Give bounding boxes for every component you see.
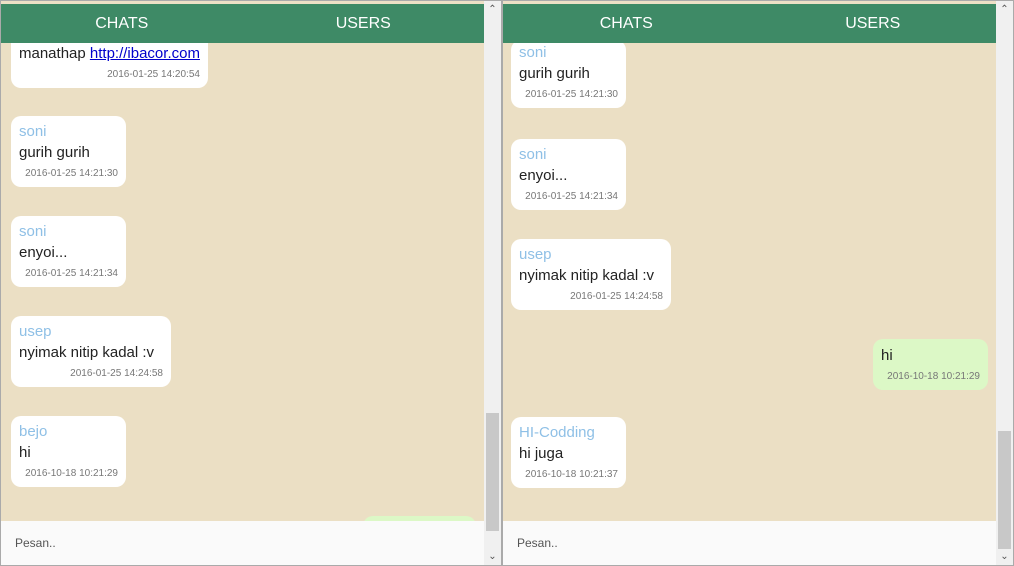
message-bubble: soni gurih gurih 2016-01-25 14:21:30 xyxy=(511,43,626,108)
tab-bar: CHATS USERS xyxy=(503,4,996,43)
scroll-up-icon[interactable]: ⌃ xyxy=(484,4,501,15)
message-list: soni gurih gurih 2016-01-25 14:21:30 son… xyxy=(503,43,996,521)
sender-name: usep xyxy=(19,323,52,340)
message-bubble: soni gurih gurih 2016-01-25 14:21:30 xyxy=(11,116,126,187)
message-text: gurih gurih xyxy=(519,65,590,82)
message-time: 2016-10-18 10:21:37 xyxy=(525,469,618,480)
message-time: 2016-01-25 14:20:54 xyxy=(107,69,200,80)
message-time: 2016-10-18 10:21:29 xyxy=(887,371,980,382)
tab-bar: CHATS USERS xyxy=(1,4,484,43)
message-text: manathap http://ibacor.com xyxy=(19,43,200,65)
scrollbar-thumb[interactable] xyxy=(486,413,499,531)
message-text: nyimak nitip kadal :v xyxy=(519,267,655,284)
message-list: manathap http://ibacor.com 2016-01-25 14… xyxy=(1,43,484,521)
message-time: 2016-10-18 10:21:29 xyxy=(25,468,118,479)
tab-users[interactable]: USERS xyxy=(243,4,485,43)
message-bubble: bejo hi 2016-10-18 10:21:29 xyxy=(11,416,126,487)
scroll-up-icon[interactable]: ⌃ xyxy=(996,4,1013,15)
message-text: enyoi... xyxy=(519,167,568,184)
sender-name: HI-Codding xyxy=(519,424,595,441)
message-bubble: usep nyimak nitip kadal :v 2016-01-25 14… xyxy=(511,239,671,310)
message-text: enyoi... xyxy=(19,244,68,261)
message-bubble: usep nyimak nitip kadal :v 2016-01-25 14… xyxy=(11,316,171,387)
message-bubble: manathap http://ibacor.com 2016-01-25 14… xyxy=(11,43,208,88)
message-time: 2016-01-25 14:24:58 xyxy=(70,368,163,379)
tab-chats[interactable]: CHATS xyxy=(1,4,243,43)
message-input[interactable] xyxy=(503,521,996,565)
tab-chats[interactable]: CHATS xyxy=(503,4,750,43)
scrollbar-thumb[interactable] xyxy=(998,431,1011,549)
sender-name: soni xyxy=(19,123,47,140)
scroll-down-icon[interactable]: ⌄ xyxy=(996,551,1013,562)
message-time: 2016-01-25 14:21:34 xyxy=(525,191,618,202)
message-text-part: manathap xyxy=(19,45,90,62)
message-input[interactable] xyxy=(1,521,484,565)
message-time: 2016-01-25 14:21:30 xyxy=(25,168,118,179)
message-text: gurih gurih xyxy=(19,144,90,161)
sender-name: soni xyxy=(519,146,547,163)
message-time: 2016-01-25 14:21:30 xyxy=(525,89,618,100)
message-time: 2016-01-25 14:24:58 xyxy=(570,291,663,302)
message-text: hi xyxy=(19,444,31,461)
sender-name: soni xyxy=(19,223,47,240)
message-link[interactable]: http://ibacor.com xyxy=(90,45,200,62)
scrollbar[interactable]: ⌃ ⌄ xyxy=(996,1,1013,565)
message-text: nyimak nitip kadal :v xyxy=(19,344,155,361)
message-bubble: soni enyoi... 2016-01-25 14:21:34 xyxy=(511,139,626,210)
scroll-down-icon[interactable]: ⌄ xyxy=(484,551,501,562)
message-text: hi xyxy=(881,347,893,364)
chat-panel-left: CHATS USERS manathap http://ibacor.com 2… xyxy=(0,0,502,566)
message-bubble: soni enyoi... 2016-01-25 14:21:34 xyxy=(11,216,126,287)
sender-name: soni xyxy=(519,44,547,61)
message-time: 2016-01-25 14:21:34 xyxy=(25,268,118,279)
chat-panel-right: CHATS USERS soni gurih gurih 2016-01-25 … xyxy=(502,0,1014,566)
scrollbar[interactable]: ⌃ ⌄ xyxy=(484,1,501,565)
message-bubble: HI-Codding hi juga 2016-10-18 10:21:37 xyxy=(511,417,626,488)
message-text: hi juga xyxy=(519,445,564,462)
own-message-bubble: hi 2016-10-18 10:21:29 xyxy=(873,339,988,390)
sender-name: usep xyxy=(519,246,552,263)
sender-name: bejo xyxy=(19,423,48,440)
tab-users[interactable]: USERS xyxy=(750,4,997,43)
